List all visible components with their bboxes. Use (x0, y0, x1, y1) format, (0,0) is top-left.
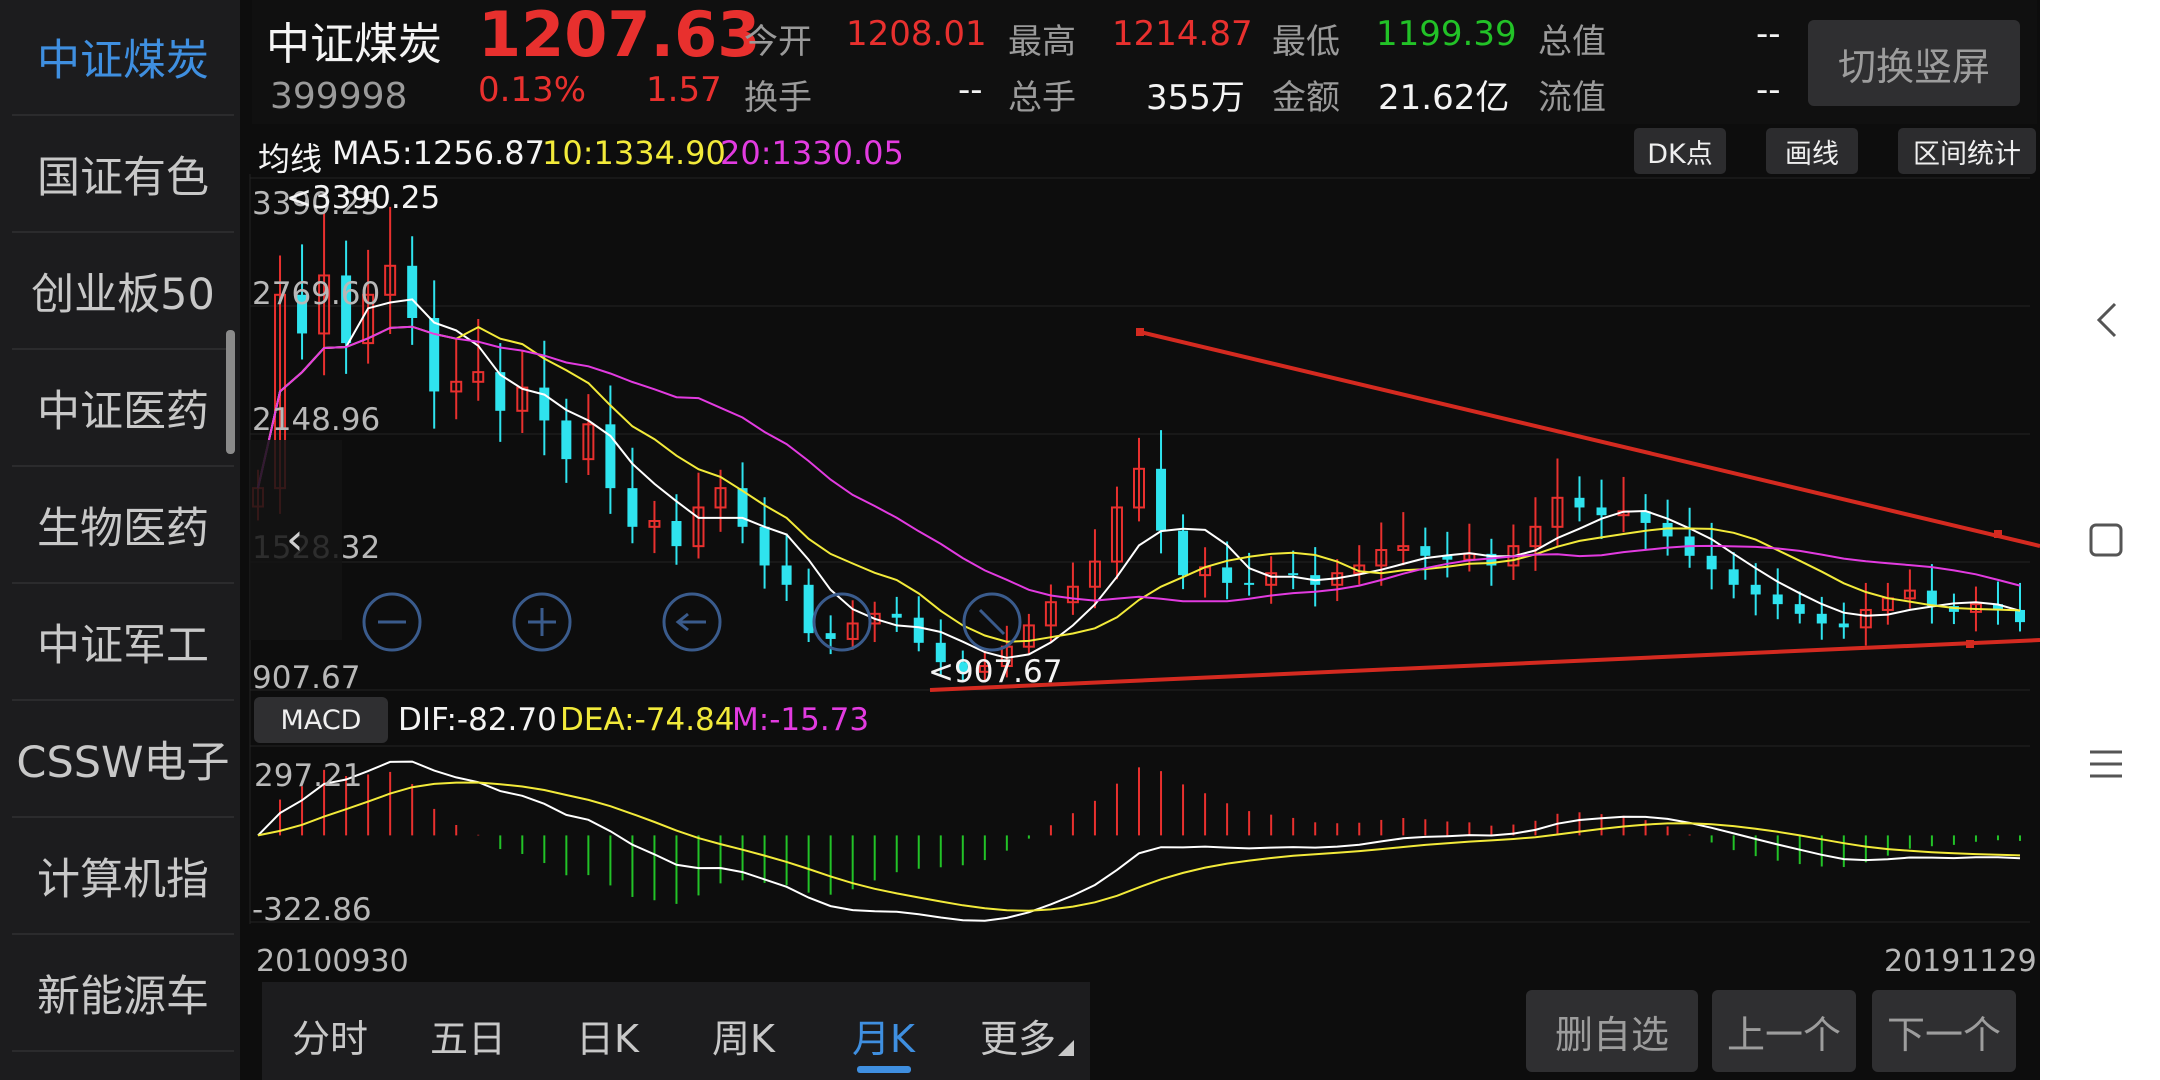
candle-body (1420, 546, 1431, 556)
zoom-out-icon[interactable] (362, 592, 422, 652)
tab-daily[interactable]: 日K (576, 1008, 639, 1063)
macd-axis-bottom: -322.86 (252, 892, 372, 928)
candle-body (1706, 555, 1717, 570)
candle-body (781, 565, 792, 585)
candle-body (1222, 567, 1233, 583)
resistance-trendline (1139, 330, 2040, 548)
candle-body (1816, 613, 1827, 624)
high-marker-arrow: < (286, 180, 312, 216)
next-button[interactable]: 下一个 (1872, 990, 2016, 1072)
nav-menu-icon[interactable] (2086, 748, 2126, 780)
candle-body (1728, 569, 1739, 585)
trendline-handle (1136, 328, 1144, 336)
reset-view-icon[interactable] (962, 592, 1022, 652)
remove-watchlist-button[interactable]: 删自选 (1526, 990, 1698, 1072)
trendline-handle (1966, 640, 1974, 648)
candle-body (539, 387, 550, 421)
high-marker-value: 3390.25 (311, 180, 441, 216)
active-tab-indicator (857, 1066, 911, 1073)
tab-five-day[interactable]: 五日 (430, 1008, 506, 1063)
zoom-in-icon[interactable] (512, 592, 572, 652)
macd-dif: DIF:-82.70 (398, 702, 557, 738)
candle-body (627, 488, 638, 527)
tab-more[interactable]: 更多 (980, 1008, 1056, 1063)
low-marker-value: 907.67 (953, 654, 1063, 690)
axis-3-label: 2148.96 (252, 402, 381, 438)
axis-bottom-label: 907.67 (252, 660, 361, 696)
low-marker-arrow: < (928, 654, 954, 690)
candle-body (1178, 530, 1189, 576)
low-marker-label: <907.67 (928, 654, 1062, 690)
macd-histogram-layer (279, 767, 2021, 904)
candle-body (429, 317, 440, 392)
nav-back-icon[interactable] (2095, 300, 2119, 340)
previous-button[interactable]: 上一个 (1712, 990, 1856, 1072)
tab-intraday[interactable]: 分时 (292, 1008, 368, 1063)
macd-dea: DEA:-74.84 (560, 702, 735, 738)
candle-body (1750, 584, 1761, 595)
candle-body (1838, 623, 1849, 628)
end-date: 20191129 (1884, 944, 2037, 979)
candle-body (759, 526, 770, 566)
candle-body (561, 420, 572, 460)
candle-body (1794, 604, 1805, 614)
candle-body (1288, 573, 1299, 576)
trendlines-layer (929, 328, 2040, 692)
candle-body (1156, 468, 1167, 531)
scroll-left-icon[interactable] (662, 592, 722, 652)
period-tabs (262, 982, 1090, 1080)
macd-m: M:-15.73 (732, 702, 870, 738)
candle-body (1596, 507, 1607, 516)
macd-indicator-button[interactable]: MACD (254, 697, 388, 743)
candle-body (1574, 497, 1585, 508)
chevron-left-icon[interactable]: ‹ (286, 514, 304, 565)
candle-body (2015, 609, 2025, 623)
start-date: 20100930 (256, 944, 409, 979)
system-nav-bar (2040, 0, 2160, 1080)
candle-body (1772, 594, 1783, 605)
tab-monthly[interactable]: 月K (852, 1008, 915, 1063)
axis-2-label: 2769.60 (252, 276, 381, 312)
nav-home-icon[interactable] (2088, 522, 2124, 558)
tab-weekly[interactable]: 周K (712, 1008, 775, 1063)
candle-body (407, 265, 418, 318)
high-marker-label: <3390.25 (286, 180, 440, 216)
macd-axis-top: 297.21 (254, 758, 363, 794)
trendline-handle (1994, 530, 2002, 538)
candle-body (671, 521, 682, 547)
scroll-right-icon[interactable] (812, 592, 872, 652)
candle-body (1244, 582, 1255, 585)
dropdown-corner-icon (1058, 1040, 1074, 1056)
support-trendline (929, 638, 2040, 692)
